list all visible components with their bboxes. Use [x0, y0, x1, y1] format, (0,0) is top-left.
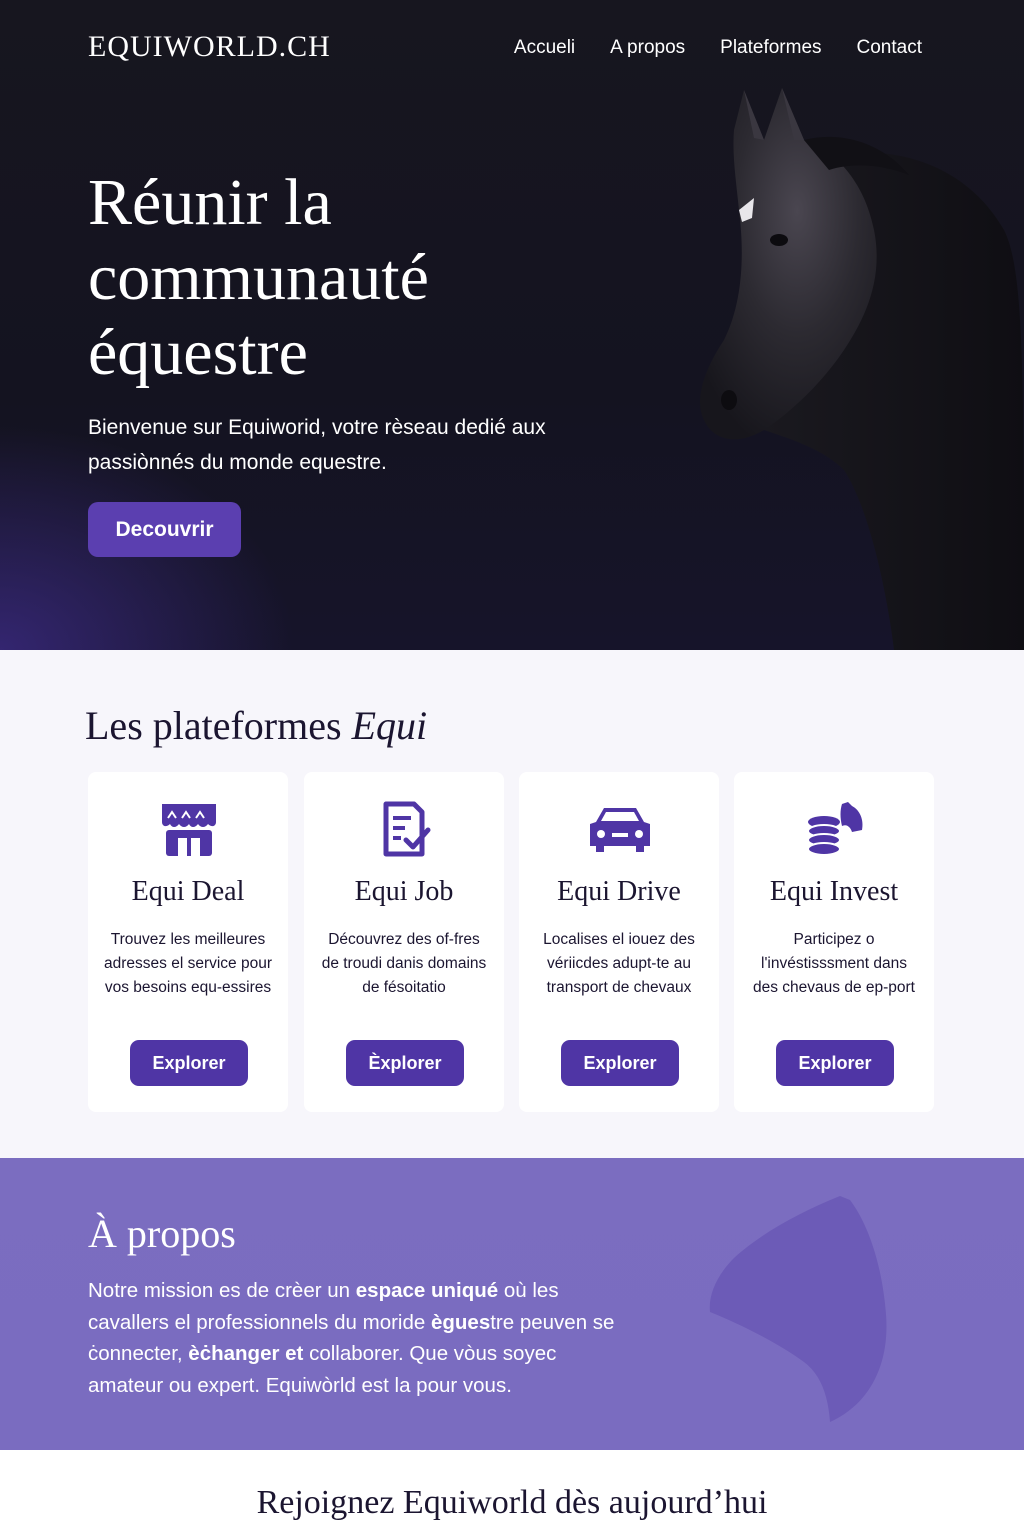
card-equi-invest: Equi Invest Participez o l'invéstisssmen… — [734, 772, 934, 1112]
main-nav: Accueli A propos Plateformes Contact — [514, 37, 922, 59]
coins-horse-icon — [807, 802, 863, 856]
card-equi-job: Equi Job Découvrez des of-fres de troudi… — [304, 772, 504, 1112]
nav-a-propos[interactable]: A propos — [610, 37, 685, 59]
nav-plateformes[interactable]: Plateformes — [720, 37, 821, 59]
explore-button[interactable]: Explorer — [776, 1040, 894, 1086]
about-text-part: Notre mission es de crèer un — [88, 1279, 356, 1302]
explore-button[interactable]: Explorer — [130, 1040, 248, 1086]
about-text-bold: ègues — [430, 1310, 491, 1334]
card-title: Equi Invest — [769, 876, 899, 907]
card-title: Equi Job — [354, 876, 454, 907]
checklist-icon — [383, 801, 431, 857]
about-title: À propos — [88, 1211, 236, 1256]
platforms-title: Les plateformes Equi — [85, 702, 427, 749]
card-description: Participez o l'invéstisssment dans des c… — [753, 931, 915, 996]
hero-section: EQUIWORLD.CH Accueli A propos Plateforme… — [0, 0, 1024, 650]
nav-contact[interactable]: Contact — [857, 37, 922, 59]
hero-subtitle: Bienvenue sur Equiworid, votre rèseau de… — [88, 416, 546, 474]
explore-button[interactable]: Èxplorer — [346, 1040, 464, 1086]
brand-logo[interactable]: EQUIWORLD.CH — [88, 30, 331, 64]
hero-title: Réunir la communauté équestre — [88, 166, 429, 389]
platforms-title-main: Les plateformes — [85, 703, 352, 748]
card-equi-drive: Equi Drive Localises el iouez des vériic… — [519, 772, 719, 1112]
horse-silhouette-decoration — [709, 1196, 887, 1422]
about-section: À propos Notre mission es de crèer un es… — [0, 1158, 1024, 1450]
horse-photo — [700, 88, 1024, 650]
discover-button[interactable]: Decouvrir — [88, 502, 241, 557]
card-description: Localises el iouez des vériicdes adupt-t… — [543, 931, 695, 996]
car-icon — [590, 808, 650, 852]
join-title: Rejoignez Equiworld dès aujourd’hui — [256, 1484, 768, 1521]
about-text: Notre mission es de crèer un espace uniq… — [88, 1275, 628, 1401]
card-description: Découvrez des of-fres de troudi danis do… — [321, 931, 487, 996]
about-text-bold: espace uniqué — [355, 1279, 499, 1302]
card-title: Equi Deal — [131, 876, 245, 907]
storefront-icon — [162, 804, 216, 856]
card-description: Trouvez les meilleures adresses el servi… — [104, 931, 272, 996]
about-text-bold: èċhanger et — [188, 1342, 304, 1365]
platforms-section: Les plateformes Equi Equi Deal Trouvez l… — [0, 650, 1024, 1158]
card-equi-deal: Equi Deal Trouvez les meilleures adresse… — [88, 772, 288, 1112]
platforms-title-em: Equi — [351, 703, 428, 748]
join-section: Rejoignez Equiworld dès aujourd’hui — [0, 1450, 1024, 1536]
card-title: Equi Drive — [557, 876, 681, 907]
explore-button[interactable]: Explorer — [561, 1040, 679, 1086]
nav-accueil[interactable]: Accueli — [514, 37, 575, 59]
